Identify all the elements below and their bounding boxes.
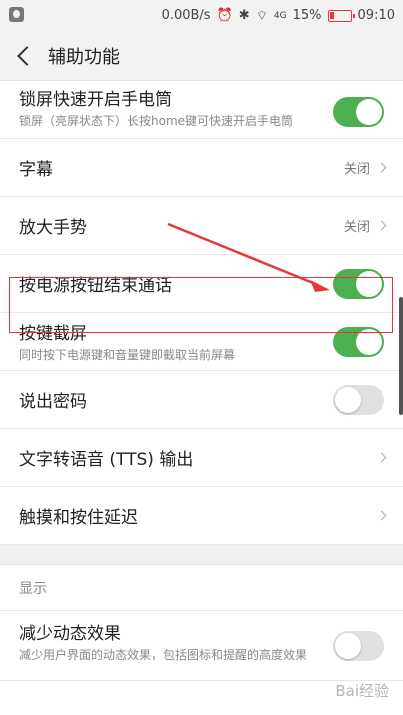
- toggle-power-ends-call[interactable]: [333, 268, 384, 299]
- setting-magnification[interactable]: 放大手势 关闭: [0, 197, 403, 255]
- toggle-reduce-motion[interactable]: [333, 631, 384, 661]
- settings-list: 锁屏快速开启手电筒 锁屏（亮屏状态下）长按home键可快速开启手电筒 字幕 关闭…: [0, 81, 403, 681]
- status-icons: 0.00B/s ⏰ ✱ ⌔ 4G 15% 09:10: [162, 0, 395, 31]
- setting-labels: 锁屏快速开启手电筒 锁屏（亮屏状态下）长按home键可快速开启手电筒: [19, 85, 319, 130]
- setting-lock-flashlight[interactable]: 锁屏快速开启手电筒 锁屏（亮屏状态下）长按home键可快速开启手电筒: [0, 81, 403, 139]
- setting-captions[interactable]: 字幕 关闭: [0, 139, 403, 197]
- setting-reduce-motion[interactable]: 减少动态效果 减少用户界面的动态效果，包括图标和提醒的高度效果: [0, 611, 403, 681]
- setting-key-screenshot[interactable]: 按键截屏 同时按下电源键和音量键即截取当前屏幕: [0, 313, 403, 371]
- watermark-logo: Bai经验: [335, 682, 389, 700]
- setting-power-ends-call[interactable]: 按电源按钮结束通话: [0, 255, 403, 313]
- setting-description: 同时按下电源键和音量键即截取当前屏幕: [19, 348, 236, 362]
- setting-description: 减少用户界面的动态效果，包括图标和提醒的高度效果: [19, 648, 308, 662]
- signal-icon: 4G: [273, 10, 287, 21]
- alarm-icon: ⏰: [216, 8, 233, 23]
- status-bar: 0.00B/s ⏰ ✱ ⌔ 4G 15% 09:10: [0, 0, 403, 31]
- wifi-icon: ⌔: [255, 8, 268, 24]
- network-speed: 0.00B/s: [161, 8, 211, 23]
- app-header: 辅助功能: [0, 31, 403, 81]
- battery-icon: [327, 9, 355, 22]
- setting-label: 按键截屏: [19, 324, 87, 344]
- setting-speak-passwords[interactable]: 说出密码: [0, 371, 403, 429]
- setting-label: 放大手势: [19, 218, 87, 238]
- setting-description: 锁屏（亮屏状态下）长按home键可快速开启手电筒: [19, 114, 294, 128]
- section-title-display: 显示: [0, 565, 403, 611]
- setting-tts-output[interactable]: 文字转语音 (TTS) 输出: [0, 429, 403, 487]
- toggle-lock-flashlight[interactable]: [333, 97, 384, 127]
- chevron-right-icon: [376, 510, 387, 521]
- toggle-speak-passwords[interactable]: [333, 384, 384, 415]
- battery-percent: 15%: [292, 8, 322, 23]
- setting-labels: 减少动态效果 减少用户界面的动态效果，包括图标和提醒的高度效果: [19, 619, 319, 664]
- page-title: 辅助功能: [48, 46, 120, 68]
- chevron-right-icon: [376, 162, 387, 173]
- back-arrow-icon[interactable]: [17, 45, 37, 66]
- setting-value: 关闭: [343, 162, 370, 177]
- toggle-key-screenshot[interactable]: [333, 326, 384, 357]
- bluetooth-icon: ✱: [238, 8, 250, 23]
- chevron-right-icon: [376, 452, 387, 463]
- section-divider: [0, 545, 403, 565]
- scrollbar[interactable]: [399, 297, 403, 415]
- setting-label: 减少动态效果: [19, 624, 121, 644]
- setting-label: 触摸和按住延迟: [19, 508, 138, 528]
- setting-label: 锁屏快速开启手电筒: [19, 90, 172, 110]
- setting-label: 字幕: [19, 160, 53, 180]
- clock: 09:10: [357, 8, 395, 23]
- setting-label: 按电源按钮结束通话: [19, 276, 172, 296]
- setting-labels: 按键截屏 同时按下电源键和音量键即截取当前屏幕: [19, 319, 235, 364]
- setting-value: 关闭: [343, 220, 370, 235]
- setting-label: 说出密码: [19, 392, 87, 412]
- chevron-right-icon: [376, 220, 387, 231]
- setting-touch-hold-delay[interactable]: 触摸和按住延迟: [0, 487, 403, 545]
- setting-label: 文字转语音 (TTS) 输出: [19, 450, 194, 470]
- app-notification-icon: [9, 7, 24, 22]
